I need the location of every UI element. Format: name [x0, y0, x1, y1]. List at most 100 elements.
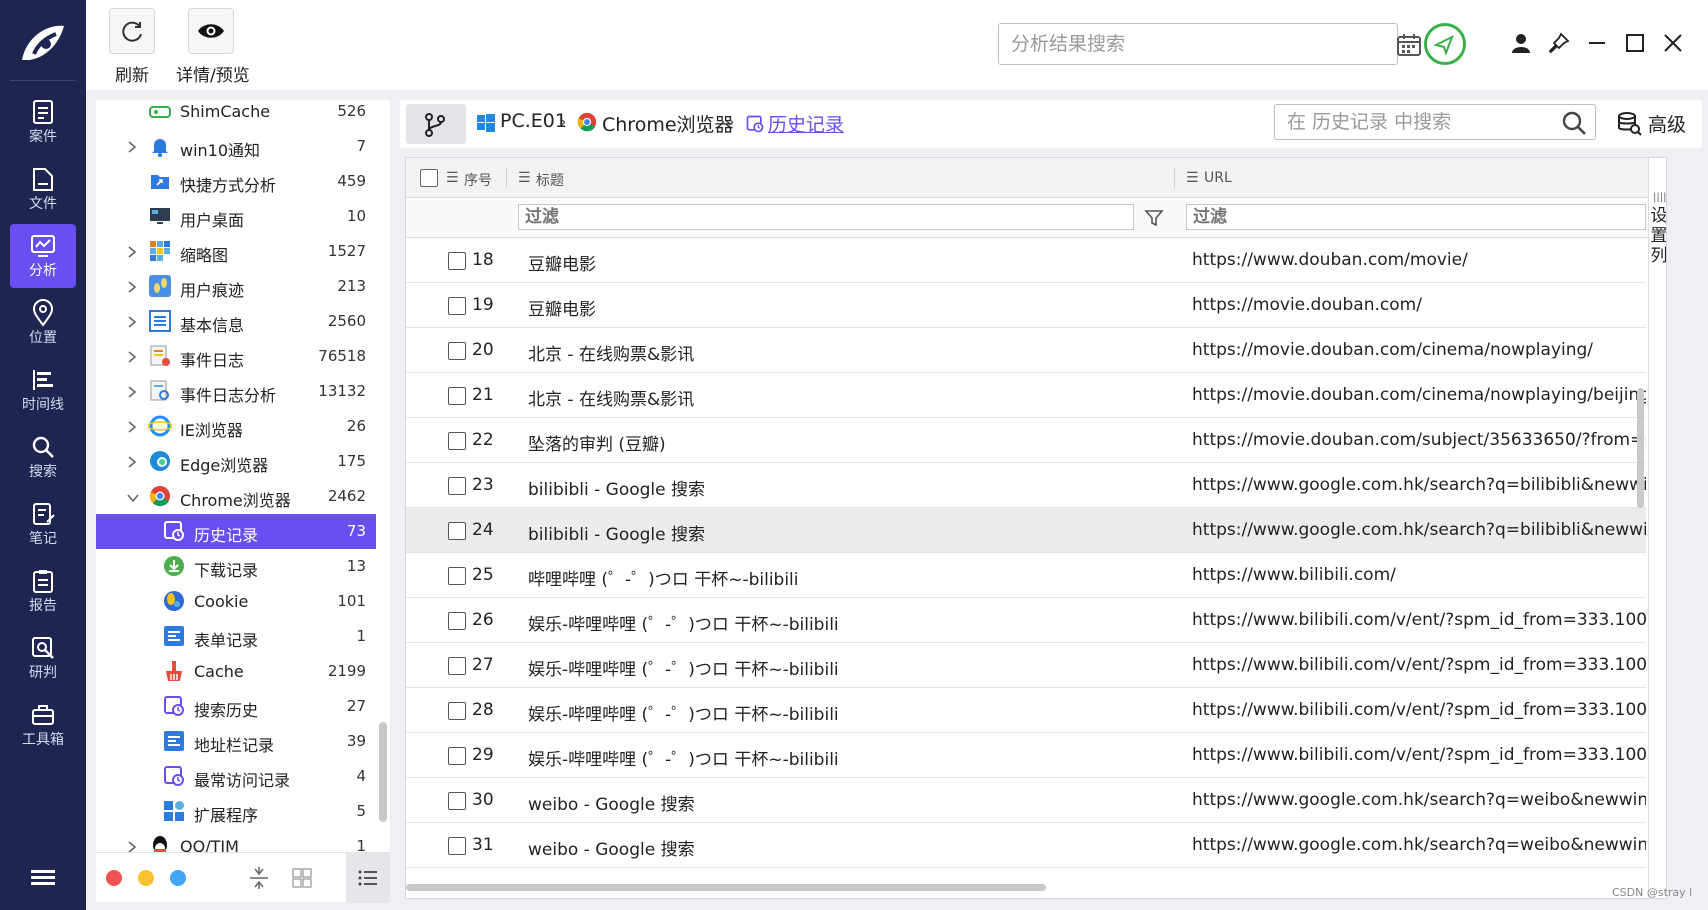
close-icon[interactable]: [1660, 30, 1686, 56]
minimize-icon[interactable]: [1584, 30, 1610, 56]
table-row[interactable]: 22 坠落的审判 (豆瓣) https://movie.douban.com/s…: [406, 418, 1646, 463]
nav-timeline[interactable]: 时间线: [10, 358, 76, 422]
table-horizontal-scrollbar[interactable]: [406, 884, 1046, 891]
tree-item-edge[interactable]: Edge浏览器 175: [96, 444, 376, 479]
tree-item-history[interactable]: 历史记录 73: [96, 514, 376, 549]
nav-analysis[interactable]: 分析: [10, 224, 76, 288]
tree-item-event-analysis[interactable]: 事件日志分析 13132: [96, 374, 376, 409]
tree-item-cookie[interactable]: Cookie 101: [96, 584, 376, 619]
header-url[interactable]: URL: [1204, 170, 1232, 186]
tree-item-basic-info[interactable]: 基本信息 2560: [96, 304, 376, 339]
table-row[interactable]: 29 娱乐-哔哩哔哩 (゜-゜)つロ 干杯~-bilibili https://…: [406, 733, 1646, 778]
tree-item-cache[interactable]: Cache 2199: [96, 654, 376, 689]
table-row[interactable]: 27 娱乐-哔哩哔哩 (゜-゜)つロ 干杯~-bilibili https://…: [406, 643, 1646, 688]
breadcrumb-chrome[interactable]: Chrome浏览器: [602, 110, 734, 137]
column-resizer[interactable]: [506, 168, 507, 188]
maximize-icon[interactable]: [1622, 30, 1648, 56]
filter-icon[interactable]: [1143, 207, 1165, 229]
tree-item-shimcache[interactable]: ShimCache 526: [96, 100, 376, 129]
row-checkbox[interactable]: [448, 387, 466, 405]
nav-search[interactable]: 搜索: [10, 425, 76, 489]
column-menu-icon[interactable]: ☰: [1186, 170, 1199, 186]
header-title[interactable]: 标题: [536, 170, 564, 190]
nav-case[interactable]: 案件: [10, 90, 76, 154]
tree-item-footprint[interactable]: 用户痕迹 213: [96, 269, 376, 304]
select-all-checkbox[interactable]: [420, 169, 438, 187]
header-index[interactable]: 序号: [464, 170, 492, 190]
analysis-search-input[interactable]: [1009, 30, 1299, 58]
hamburger-menu-icon[interactable]: [28, 866, 58, 890]
row-checkbox[interactable]: [448, 522, 466, 540]
tree-item-chrome[interactable]: Chrome浏览器 2462: [96, 479, 376, 514]
nav-toolbox[interactable]: 工具箱: [10, 693, 76, 757]
nav-location[interactable]: 位置: [10, 291, 76, 355]
table-row[interactable]: 30 weibo - Google 搜索 https://www.google.…: [406, 778, 1646, 823]
chevron-right-icon[interactable]: [126, 279, 138, 293]
chevron-right-icon[interactable]: [126, 384, 138, 398]
table-row[interactable]: 31 weibo - Google 搜索 https://www.google.…: [406, 823, 1646, 868]
row-checkbox[interactable]: [448, 342, 466, 360]
chevron-right-icon[interactable]: [126, 139, 138, 153]
tree-item-extension[interactable]: 扩展程序 5: [96, 794, 376, 829]
column-settings-button[interactable]: |||| 设置列: [1648, 158, 1666, 898]
grid-view-icon[interactable]: [289, 865, 315, 891]
table-row[interactable]: 18 豆瓣电影 https://www.douban.com/movie/: [406, 238, 1646, 283]
chevron-right-icon[interactable]: [126, 349, 138, 363]
row-checkbox[interactable]: [448, 432, 466, 450]
table-row[interactable]: 21 北京 - 在线购票&影讯 https://movie.douban.com…: [406, 373, 1646, 418]
yellow-filter-dot[interactable]: [138, 870, 154, 886]
title-filter-input[interactable]: [518, 204, 1134, 230]
row-checkbox[interactable]: [448, 702, 466, 720]
table-row[interactable]: 20 北京 - 在线购票&影讯 https://movie.douban.com…: [406, 328, 1646, 373]
breadcrumb-history[interactable]: 历史记录: [768, 110, 844, 137]
user-icon[interactable]: [1508, 30, 1534, 56]
table-row[interactable]: 25 哔哩哔哩 (゜-゜)つロ 干杯~-bilibili https://www…: [406, 553, 1646, 598]
calendar-icon[interactable]: [1396, 32, 1422, 62]
refresh-button[interactable]: 刷新: [109, 8, 155, 86]
collapse-all-icon[interactable]: [246, 865, 272, 891]
tree-item-addressbar[interactable]: 地址栏记录 39: [96, 724, 376, 759]
table-row-hovered[interactable]: 24 bilibibli - Google 搜索 https://www.goo…: [406, 508, 1646, 553]
nav-file[interactable]: 文件: [10, 157, 76, 221]
nav-note[interactable]: 笔记: [10, 492, 76, 556]
blue-filter-dot[interactable]: [170, 870, 186, 886]
preview-button[interactable]: 详情/预览: [176, 8, 250, 86]
tree-item-most-visited[interactable]: 最常访问记录 4: [96, 759, 376, 794]
url-filter-input[interactable]: [1186, 204, 1646, 230]
table-vertical-scrollbar[interactable]: [1637, 388, 1644, 508]
nav-report[interactable]: 报告: [10, 559, 76, 623]
row-checkbox[interactable]: [448, 657, 466, 675]
status-indicator[interactable]: [1424, 23, 1466, 65]
column-menu-icon[interactable]: ☰: [518, 170, 531, 186]
table-row[interactable]: 19 豆瓣电影 https://movie.douban.com/: [406, 283, 1646, 328]
breadcrumb-pc[interactable]: PC.E01: [500, 110, 567, 132]
list-view-button[interactable]: [346, 853, 390, 903]
tree-item-form[interactable]: 表单记录 1: [96, 619, 376, 654]
tree-item-desktop[interactable]: 用户桌面 10: [96, 199, 376, 234]
branch-button[interactable]: [406, 104, 466, 144]
row-checkbox[interactable]: [448, 252, 466, 270]
tree-scrollbar[interactable]: [379, 722, 387, 822]
tree-item-download[interactable]: 下载记录 13: [96, 549, 376, 584]
column-menu-icon[interactable]: ☰: [446, 170, 459, 186]
tree-item-thumbnail[interactable]: 缩略图 1527: [96, 234, 376, 269]
chevron-right-icon[interactable]: [126, 839, 138, 853]
tree-item-search-history[interactable]: 搜索历史 27: [96, 689, 376, 724]
column-resizer[interactable]: [1174, 168, 1175, 188]
pin-icon[interactable]: [1546, 30, 1572, 56]
search-icon[interactable]: [1561, 110, 1587, 136]
tree-item-event-log[interactable]: 事件日志 76518: [96, 339, 376, 374]
section-search-input[interactable]: [1285, 108, 1545, 136]
nav-judge[interactable]: 研判: [10, 626, 76, 690]
tree-item-shortcut[interactable]: 快捷方式分析 459: [96, 164, 376, 199]
tree-item-ie[interactable]: IE浏览器 26: [96, 409, 376, 444]
row-checkbox[interactable]: [448, 747, 466, 765]
row-checkbox[interactable]: [448, 297, 466, 315]
row-checkbox[interactable]: [448, 837, 466, 855]
red-filter-dot[interactable]: [106, 870, 122, 886]
table-row[interactable]: 28 娱乐-哔哩哔哩 (゜-゜)つロ 干杯~-bilibili https://…: [406, 688, 1646, 733]
chevron-right-icon[interactable]: [126, 244, 138, 258]
row-checkbox[interactable]: [448, 612, 466, 630]
chevron-down-icon[interactable]: [126, 489, 139, 503]
table-row[interactable]: 26 娱乐-哔哩哔哩 (゜-゜)つロ 干杯~-bilibili https://…: [406, 598, 1646, 643]
